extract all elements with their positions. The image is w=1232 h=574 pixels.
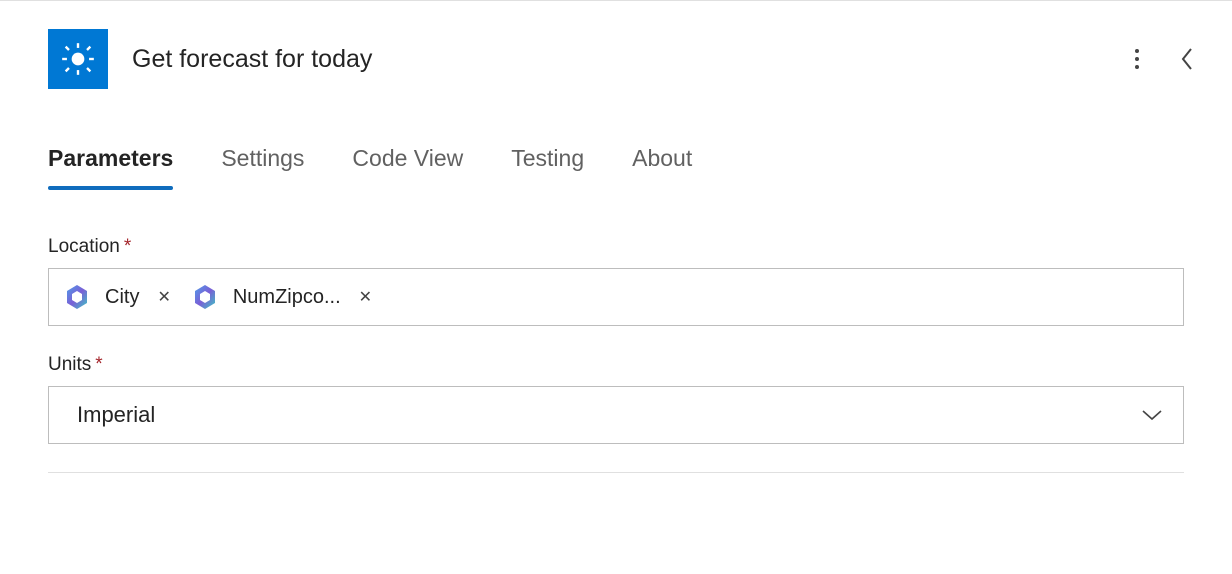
label-text: Location	[48, 236, 120, 257]
field-location: Location* Ci	[48, 236, 1184, 326]
tab-parameters[interactable]: Parameters	[48, 145, 173, 188]
tab-label: Settings	[221, 145, 304, 171]
panel-header: Get forecast for today	[0, 1, 1232, 97]
label-text: Units	[48, 354, 91, 375]
parameters-form: Location* Ci	[0, 188, 1232, 444]
dynamic-content-icon	[189, 281, 221, 313]
token-remove-button[interactable]: ✕	[151, 287, 176, 307]
location-input[interactable]: City ✕ NumZipco... ✕	[48, 268, 1184, 326]
tab-testing[interactable]: Testing	[511, 145, 584, 188]
field-units: Units* Imperial	[48, 354, 1184, 444]
tab-label: Parameters	[48, 145, 173, 171]
token-city[interactable]: City ✕	[61, 281, 177, 313]
more-vertical-icon	[1134, 47, 1140, 71]
token-label: NumZipco...	[233, 286, 341, 309]
tab-about[interactable]: About	[632, 145, 692, 188]
chevron-down-icon	[1141, 408, 1163, 422]
sun-icon	[59, 40, 97, 78]
token-label: City	[105, 286, 139, 309]
required-indicator: *	[124, 236, 131, 257]
tab-label: Code View	[352, 145, 463, 171]
tab-bar: Parameters Settings Code View Testing Ab…	[0, 97, 1232, 188]
units-select[interactable]: Imperial	[48, 386, 1184, 444]
connector-icon-box	[48, 29, 108, 89]
token-remove-button[interactable]: ✕	[353, 287, 378, 307]
tab-label: About	[632, 145, 692, 171]
units-label: Units*	[48, 354, 1184, 376]
dynamic-content-icon	[61, 281, 93, 313]
action-panel: Get forecast for today Parameters Settin…	[0, 0, 1232, 473]
collapse-button[interactable]	[1174, 40, 1200, 78]
header-actions	[1128, 40, 1208, 78]
section-divider	[48, 472, 1184, 473]
chevron-left-icon	[1180, 46, 1194, 72]
tab-settings[interactable]: Settings	[221, 145, 304, 188]
units-value: Imperial	[77, 402, 155, 428]
more-button[interactable]	[1128, 41, 1146, 77]
token-zipcode[interactable]: NumZipco... ✕	[189, 281, 378, 313]
location-label: Location*	[48, 236, 1184, 258]
tab-label: Testing	[511, 145, 584, 171]
tab-code-view[interactable]: Code View	[352, 145, 463, 188]
action-title: Get forecast for today	[132, 45, 1104, 74]
required-indicator: *	[95, 354, 102, 375]
